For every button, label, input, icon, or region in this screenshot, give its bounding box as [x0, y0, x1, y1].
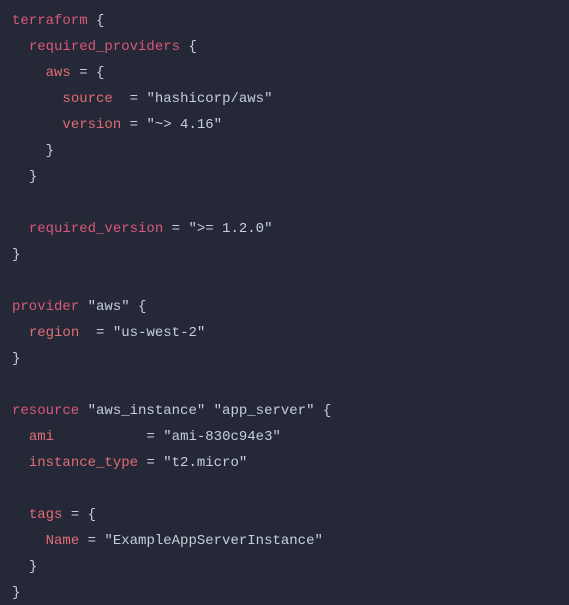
brace-open: {	[188, 39, 196, 55]
equals: =	[79, 65, 87, 81]
resource-type: "aws_instance"	[88, 403, 206, 419]
kw-resource: resource	[12, 403, 79, 419]
brace-open: {	[96, 65, 104, 81]
code-block: terraform { required_providers { aws = {…	[0, 0, 569, 605]
resource-name: "app_server"	[214, 403, 315, 419]
str-version: "~> 4.16"	[146, 117, 222, 133]
brace-close: }	[29, 169, 37, 185]
attr-region: region	[29, 325, 79, 341]
brace-open: {	[323, 403, 331, 419]
attr-version: version	[62, 117, 121, 133]
str-instance-type: "t2.micro"	[163, 455, 247, 471]
equals: =	[130, 117, 138, 133]
equals: =	[88, 533, 96, 549]
str-tag-name: "ExampleAppServerInstance"	[104, 533, 322, 549]
kw-terraform: terraform	[12, 13, 88, 29]
attr-tags: tags	[29, 507, 63, 523]
str-required-version: ">= 1.2.0"	[188, 221, 272, 237]
provider-label: "aws"	[88, 299, 130, 315]
equals: =	[146, 429, 154, 445]
brace-open: {	[88, 507, 96, 523]
str-ami: "ami-830c94e3"	[163, 429, 281, 445]
str-region: "us-west-2"	[113, 325, 205, 341]
brace-open: {	[138, 299, 146, 315]
kw-required-providers: required_providers	[29, 39, 180, 55]
kw-provider: provider	[12, 299, 79, 315]
equals: =	[96, 325, 104, 341]
attr-aws: aws	[46, 65, 71, 81]
attr-instance-type: instance_type	[29, 455, 138, 471]
attr-ami: ami	[29, 429, 54, 445]
brace-close: }	[46, 143, 54, 159]
equals: =	[146, 455, 154, 471]
attr-tag-name: Name	[46, 533, 80, 549]
equals: =	[172, 221, 180, 237]
brace-close: }	[29, 559, 37, 575]
str-source: "hashicorp/aws"	[146, 91, 272, 107]
brace-open: {	[96, 13, 104, 29]
equals: =	[130, 91, 138, 107]
brace-close: }	[12, 585, 20, 601]
kw-required-version: required_version	[29, 221, 163, 237]
equals: =	[71, 507, 79, 523]
brace-close: }	[12, 351, 20, 367]
brace-close: }	[12, 247, 20, 263]
attr-source: source	[62, 91, 112, 107]
